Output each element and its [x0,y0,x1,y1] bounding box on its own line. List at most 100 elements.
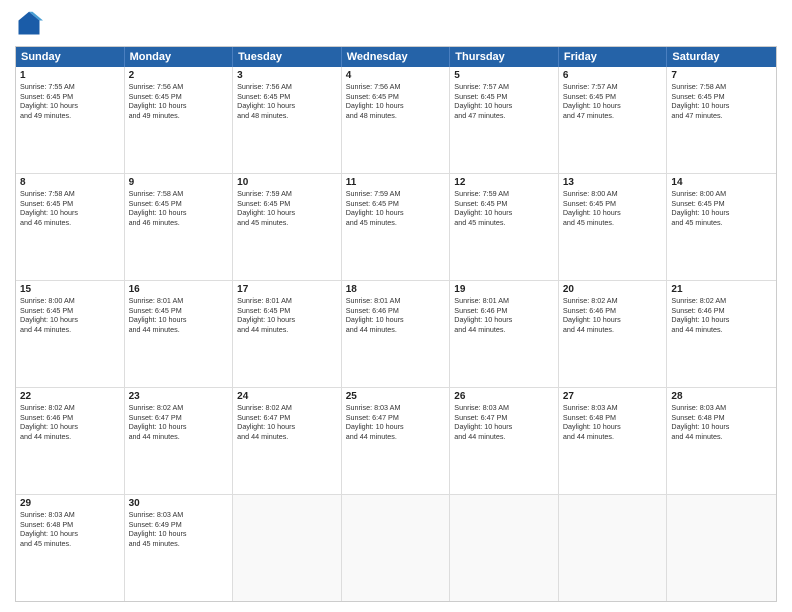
empty-cell-4-2 [233,495,342,601]
day-cell-28: 28Sunrise: 8:03 AM Sunset: 6:48 PM Dayli… [667,388,776,494]
day-info: Sunrise: 8:01 AM Sunset: 6:45 PM Dayligh… [237,296,337,335]
calendar-row-4: 29Sunrise: 8:03 AM Sunset: 6:48 PM Dayli… [16,494,776,601]
day-cell-1: 1Sunrise: 7:55 AM Sunset: 6:45 PM Daylig… [16,67,125,173]
day-number: 30 [129,498,229,509]
day-number: 8 [20,177,120,188]
day-info: Sunrise: 8:02 AM Sunset: 6:47 PM Dayligh… [237,403,337,442]
day-number: 23 [129,391,229,402]
day-info: Sunrise: 8:01 AM Sunset: 6:46 PM Dayligh… [346,296,446,335]
day-info: Sunrise: 7:55 AM Sunset: 6:45 PM Dayligh… [20,82,120,121]
day-number: 28 [671,391,772,402]
day-number: 20 [563,284,663,295]
calendar-body: 1Sunrise: 7:55 AM Sunset: 6:45 PM Daylig… [16,67,776,601]
day-cell-2: 2Sunrise: 7:56 AM Sunset: 6:45 PM Daylig… [125,67,234,173]
day-info: Sunrise: 8:02 AM Sunset: 6:46 PM Dayligh… [20,403,120,442]
day-number: 15 [20,284,120,295]
day-cell-13: 13Sunrise: 8:00 AM Sunset: 6:45 PM Dayli… [559,174,668,280]
day-number: 26 [454,391,554,402]
day-cell-3: 3Sunrise: 7:56 AM Sunset: 6:45 PM Daylig… [233,67,342,173]
calendar: SundayMondayTuesdayWednesdayThursdayFrid… [15,46,777,602]
day-cell-21: 21Sunrise: 8:02 AM Sunset: 6:46 PM Dayli… [667,281,776,387]
day-cell-16: 16Sunrise: 8:01 AM Sunset: 6:45 PM Dayli… [125,281,234,387]
logo [15,10,47,38]
day-number: 4 [346,70,446,81]
header-day-saturday: Saturday [667,47,776,67]
day-number: 3 [237,70,337,81]
calendar-header: SundayMondayTuesdayWednesdayThursdayFrid… [16,47,776,67]
day-info: Sunrise: 7:56 AM Sunset: 6:45 PM Dayligh… [346,82,446,121]
day-info: Sunrise: 7:59 AM Sunset: 6:45 PM Dayligh… [237,189,337,228]
day-cell-10: 10Sunrise: 7:59 AM Sunset: 6:45 PM Dayli… [233,174,342,280]
day-cell-6: 6Sunrise: 7:57 AM Sunset: 6:45 PM Daylig… [559,67,668,173]
day-info: Sunrise: 8:03 AM Sunset: 6:48 PM Dayligh… [671,403,772,442]
calendar-row-1: 8Sunrise: 7:58 AM Sunset: 6:45 PM Daylig… [16,173,776,280]
day-cell-15: 15Sunrise: 8:00 AM Sunset: 6:45 PM Dayli… [16,281,125,387]
calendar-row-3: 22Sunrise: 8:02 AM Sunset: 6:46 PM Dayli… [16,387,776,494]
day-info: Sunrise: 7:56 AM Sunset: 6:45 PM Dayligh… [237,82,337,121]
day-cell-30: 30Sunrise: 8:03 AM Sunset: 6:49 PM Dayli… [125,495,234,601]
day-number: 27 [563,391,663,402]
day-cell-17: 17Sunrise: 8:01 AM Sunset: 6:45 PM Dayli… [233,281,342,387]
day-cell-9: 9Sunrise: 7:58 AM Sunset: 6:45 PM Daylig… [125,174,234,280]
day-number: 5 [454,70,554,81]
day-info: Sunrise: 8:02 AM Sunset: 6:46 PM Dayligh… [563,296,663,335]
day-cell-5: 5Sunrise: 7:57 AM Sunset: 6:45 PM Daylig… [450,67,559,173]
day-number: 18 [346,284,446,295]
day-number: 9 [129,177,229,188]
header-day-thursday: Thursday [450,47,559,67]
day-info: Sunrise: 8:00 AM Sunset: 6:45 PM Dayligh… [563,189,663,228]
day-info: Sunrise: 7:57 AM Sunset: 6:45 PM Dayligh… [454,82,554,121]
day-cell-24: 24Sunrise: 8:02 AM Sunset: 6:47 PM Dayli… [233,388,342,494]
day-number: 17 [237,284,337,295]
day-cell-22: 22Sunrise: 8:02 AM Sunset: 6:46 PM Dayli… [16,388,125,494]
day-info: Sunrise: 8:02 AM Sunset: 6:47 PM Dayligh… [129,403,229,442]
day-info: Sunrise: 8:03 AM Sunset: 6:47 PM Dayligh… [346,403,446,442]
day-number: 13 [563,177,663,188]
day-number: 12 [454,177,554,188]
day-cell-18: 18Sunrise: 8:01 AM Sunset: 6:46 PM Dayli… [342,281,451,387]
day-number: 29 [20,498,120,509]
day-info: Sunrise: 7:59 AM Sunset: 6:45 PM Dayligh… [454,189,554,228]
day-number: 1 [20,70,120,81]
day-number: 21 [671,284,772,295]
calendar-row-2: 15Sunrise: 8:00 AM Sunset: 6:45 PM Dayli… [16,280,776,387]
header-day-sunday: Sunday [16,47,125,67]
day-number: 19 [454,284,554,295]
day-cell-27: 27Sunrise: 8:03 AM Sunset: 6:48 PM Dayli… [559,388,668,494]
page: SundayMondayTuesdayWednesdayThursdayFrid… [0,0,792,612]
header-day-friday: Friday [559,47,668,67]
day-cell-19: 19Sunrise: 8:01 AM Sunset: 6:46 PM Dayli… [450,281,559,387]
header-day-tuesday: Tuesday [233,47,342,67]
calendar-row-0: 1Sunrise: 7:55 AM Sunset: 6:45 PM Daylig… [16,67,776,173]
day-info: Sunrise: 8:03 AM Sunset: 6:48 PM Dayligh… [20,510,120,549]
day-info: Sunrise: 7:56 AM Sunset: 6:45 PM Dayligh… [129,82,229,121]
day-info: Sunrise: 8:00 AM Sunset: 6:45 PM Dayligh… [671,189,772,228]
day-cell-7: 7Sunrise: 7:58 AM Sunset: 6:45 PM Daylig… [667,67,776,173]
day-cell-26: 26Sunrise: 8:03 AM Sunset: 6:47 PM Dayli… [450,388,559,494]
day-info: Sunrise: 8:03 AM Sunset: 6:48 PM Dayligh… [563,403,663,442]
day-number: 7 [671,70,772,81]
day-info: Sunrise: 8:00 AM Sunset: 6:45 PM Dayligh… [20,296,120,335]
day-info: Sunrise: 8:03 AM Sunset: 6:47 PM Dayligh… [454,403,554,442]
logo-icon [15,10,43,38]
day-cell-20: 20Sunrise: 8:02 AM Sunset: 6:46 PM Dayli… [559,281,668,387]
day-number: 14 [671,177,772,188]
day-info: Sunrise: 7:58 AM Sunset: 6:45 PM Dayligh… [20,189,120,228]
empty-cell-4-6 [667,495,776,601]
day-number: 10 [237,177,337,188]
day-number: 6 [563,70,663,81]
day-info: Sunrise: 7:58 AM Sunset: 6:45 PM Dayligh… [129,189,229,228]
day-number: 24 [237,391,337,402]
day-info: Sunrise: 7:59 AM Sunset: 6:45 PM Dayligh… [346,189,446,228]
day-number: 16 [129,284,229,295]
day-info: Sunrise: 8:01 AM Sunset: 6:46 PM Dayligh… [454,296,554,335]
day-info: Sunrise: 7:57 AM Sunset: 6:45 PM Dayligh… [563,82,663,121]
empty-cell-4-5 [559,495,668,601]
header [15,10,777,38]
empty-cell-4-4 [450,495,559,601]
day-cell-25: 25Sunrise: 8:03 AM Sunset: 6:47 PM Dayli… [342,388,451,494]
day-cell-23: 23Sunrise: 8:02 AM Sunset: 6:47 PM Dayli… [125,388,234,494]
day-info: Sunrise: 8:02 AM Sunset: 6:46 PM Dayligh… [671,296,772,335]
day-number: 2 [129,70,229,81]
day-cell-12: 12Sunrise: 7:59 AM Sunset: 6:45 PM Dayli… [450,174,559,280]
